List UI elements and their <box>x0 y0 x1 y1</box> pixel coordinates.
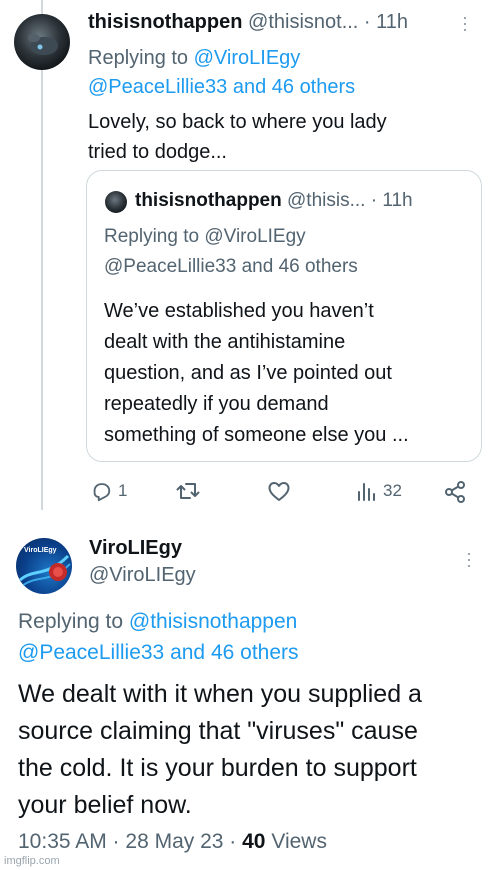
timestamp[interactable]: 10:35 AM · 28 May 23 · <box>18 830 236 853</box>
watermark: imgflip.com <box>4 855 60 867</box>
heart-icon <box>268 482 290 501</box>
retweet-button[interactable] <box>176 480 200 502</box>
reply-mention-link[interactable]: @thisisnothappen <box>129 610 297 633</box>
tweet-text-line: the cold. It is your burden to support <box>18 754 417 782</box>
quote-text-line: dealt with the antihistamine <box>104 331 346 353</box>
like-button[interactable] <box>267 480 291 502</box>
quote-handle-time: @thisis... · 11h <box>287 190 413 211</box>
quote-avatar <box>105 191 127 213</box>
reply-button[interactable]: 1 <box>90 480 127 502</box>
handle[interactable]: @ViroLIEgy <box>89 564 196 587</box>
views-label: Views <box>271 830 327 853</box>
tweet-meta: 10:35 AM · 28 May 23 · 40 Views <box>18 830 327 854</box>
quote-text: We’ve established you haven’t dealt with… <box>104 296 409 451</box>
reply-mentions-rest-link[interactable]: @PeaceLillie33 and 46 others <box>18 637 299 668</box>
thread-line <box>41 70 43 510</box>
quoted-tweet[interactable]: thisisnothappen @thisis... · 11h Replyin… <box>86 170 482 462</box>
tweet-text: We dealt with it when you supplied a sou… <box>18 676 422 824</box>
replying-to-label: Replying to <box>18 610 124 633</box>
display-name[interactable]: ViroLIEgy <box>89 537 182 560</box>
quote-text-line: repeatedly if you demand <box>104 393 329 415</box>
analytics-icon <box>358 483 375 501</box>
views-count: 40 <box>242 830 266 853</box>
more-options-icon[interactable]: · · · <box>462 8 468 38</box>
tweet-text-line: We dealt with it when you supplied a <box>18 680 422 708</box>
replying-to-label: Replying to <box>88 47 189 69</box>
views-count: 32 <box>383 481 402 500</box>
tweet-text-line: Lovely, so back to where you lady <box>88 111 387 133</box>
tweet-text-line: your belief now. <box>18 791 192 819</box>
share-icon <box>445 481 465 503</box>
reply-mention-link[interactable]: @ViroLIEgy <box>194 47 301 69</box>
quote-replying-line: @PeaceLillie33 and 46 others <box>104 256 358 277</box>
more-options-icon[interactable]: · · · <box>466 544 472 574</box>
quote-replying-line: Replying to @ViroLIEgy <box>104 226 306 247</box>
quote-text-line: question, and as I’ve pointed out <box>104 362 392 384</box>
display-name[interactable]: thisisnothappen <box>88 11 242 33</box>
quote-display-name: thisisnothappen <box>135 190 282 211</box>
reply-icon <box>93 483 111 502</box>
quote-text-line: something of someone else you ... <box>104 424 409 446</box>
retweet-icon <box>176 483 200 499</box>
reply-mentions-rest-link[interactable]: @PeaceLillie33 and 46 others <box>88 73 355 102</box>
reply-count: 1 <box>118 481 128 500</box>
avatar[interactable] <box>14 14 70 70</box>
avatar-image <box>28 34 58 55</box>
handle-time[interactable]: @thisisnot... · 11h <box>248 11 408 33</box>
tweet-text-line: tried to dodge... <box>88 141 227 163</box>
views-button[interactable]: 32 <box>357 480 402 502</box>
avatar[interactable]: ViroLIEgy <box>16 538 72 594</box>
tweet-text: Lovely, so back to where you lady tried … <box>88 107 387 167</box>
tweet-text-line: source claiming that "viruses" cause <box>18 717 418 745</box>
avatar-label: ViroLIEgy <box>24 547 57 554</box>
quote-text-line: We’ve established you haven’t <box>104 300 374 322</box>
share-button[interactable] <box>443 480 467 504</box>
